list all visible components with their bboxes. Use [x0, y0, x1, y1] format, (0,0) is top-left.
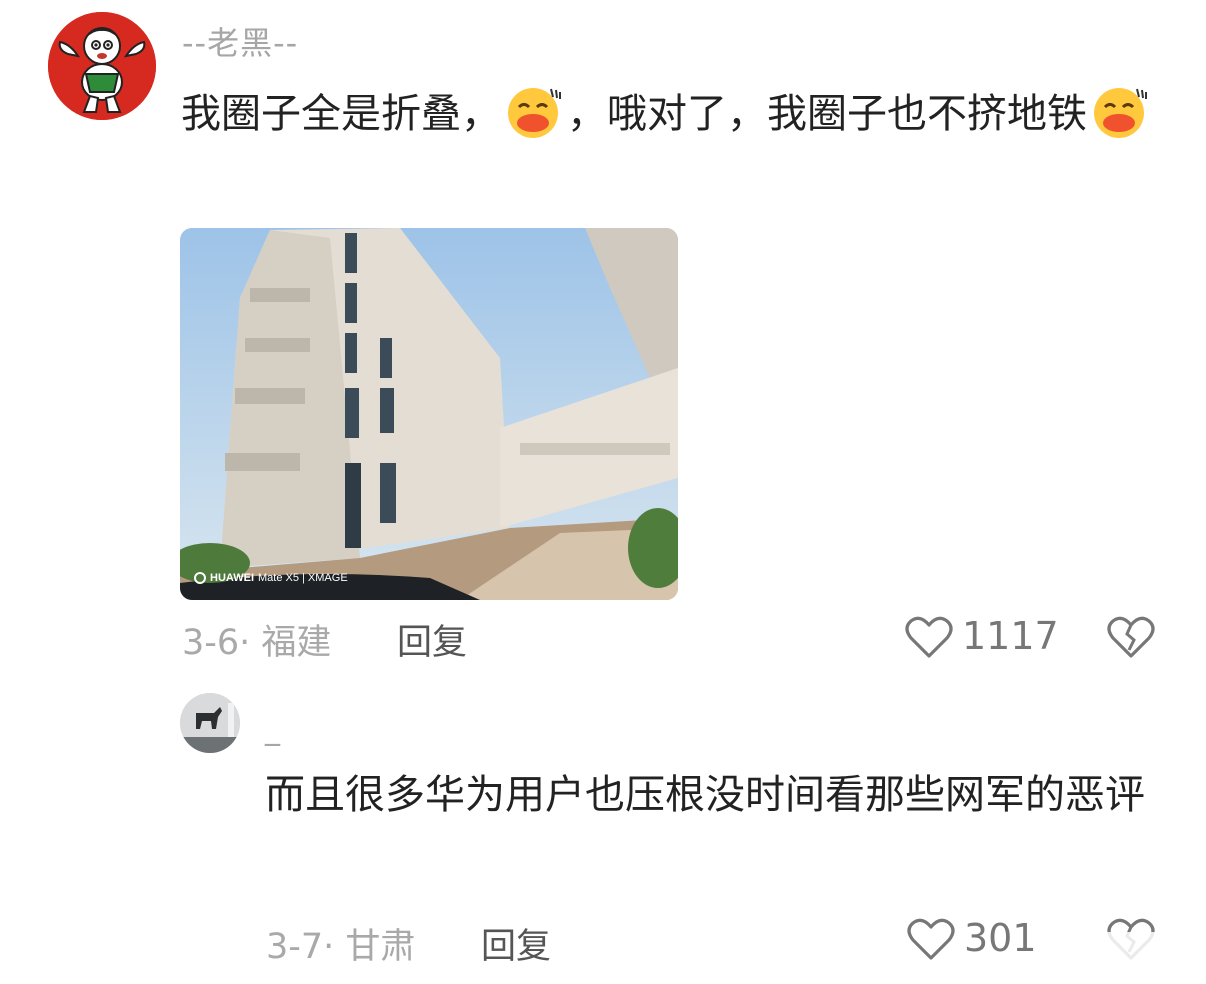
- comment-photo[interactable]: HUAWEI Mate X5 | XMAGE: [180, 228, 678, 600]
- watermark-model: Mate X5 | XMAGE: [258, 572, 348, 584]
- horse-statue-avatar-icon: [180, 693, 240, 753]
- watermark-overlay: [1060, 932, 1206, 968]
- reply-button[interactable]: 回复: [481, 918, 551, 969]
- villa-building-photo: [180, 228, 678, 600]
- dislike-broken-heart-icon[interactable]: [1107, 614, 1155, 660]
- comment-text-part1: 我圈子全是折叠，: [181, 91, 501, 137]
- blushing-smile-emoji-icon: [505, 83, 563, 141]
- comment-text: 我圈子全是折叠， ，哦对了，我圈子也不挤地铁: [181, 78, 1171, 150]
- comment-text: 而且很多华为用户也压根没时间看那些网军的恶评: [265, 772, 1145, 818]
- avatar[interactable]: [180, 693, 240, 753]
- cartoon-boy-avatar-icon: [48, 12, 156, 120]
- like-heart-icon[interactable]: [907, 916, 955, 962]
- comment-author[interactable]: --老黑--: [182, 18, 298, 64]
- like-heart-icon[interactable]: [905, 614, 953, 660]
- comment-date-location: 3-6· 福建: [182, 623, 332, 663]
- camera-ring-icon: [194, 572, 206, 584]
- comment-text-part2: ，哦对了，我圈子也不挤地铁: [567, 91, 1087, 137]
- avatar[interactable]: [48, 12, 156, 120]
- comment-author[interactable]: _: [265, 712, 280, 747]
- like-count: 301: [964, 916, 1037, 960]
- reply-button[interactable]: 回复: [397, 614, 467, 665]
- comment-date-location: 3-7· 甘肃: [266, 927, 416, 967]
- camera-watermark: HUAWEI Mate X5 | XMAGE: [194, 572, 348, 584]
- blushing-smile-emoji-icon: [1091, 83, 1149, 141]
- watermark-brand: HUAWEI: [210, 572, 254, 584]
- like-count: 1117: [962, 614, 1059, 658]
